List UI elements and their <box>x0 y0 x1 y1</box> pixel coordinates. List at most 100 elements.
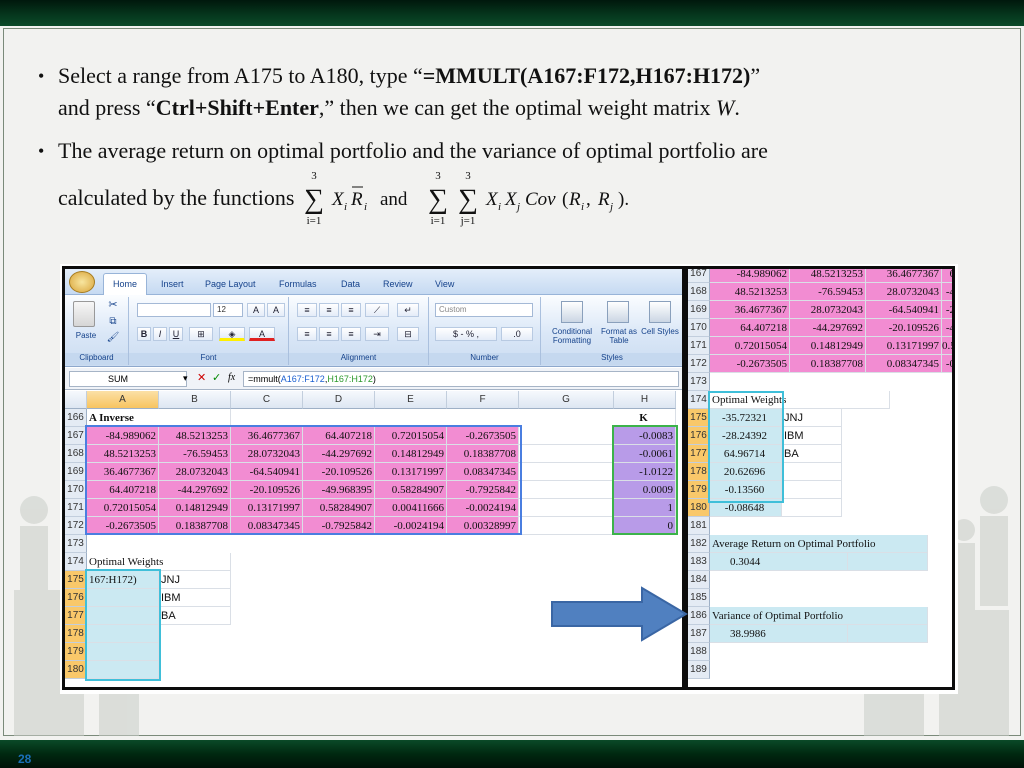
row-header[interactable]: 185 <box>688 589 710 607</box>
row-header[interactable]: 172 <box>65 517 87 535</box>
name-box[interactable]: SUM <box>69 371 187 387</box>
matrix-cell[interactable]: -4 <box>942 319 952 337</box>
enter-icon[interactable]: ✓ <box>212 371 221 384</box>
empty-cell[interactable] <box>519 463 614 481</box>
office-button[interactable] <box>69 271 95 293</box>
row-header[interactable]: 170 <box>688 319 710 337</box>
underline-icon[interactable]: U <box>169 327 183 341</box>
row-header[interactable]: 174 <box>65 553 87 571</box>
matrix-cell[interactable]: 28.0732043 <box>866 283 942 301</box>
matrix-cell[interactable]: 0.18387708 <box>790 355 866 373</box>
matrix-cell[interactable]: 0.72015054 <box>710 337 790 355</box>
row-header[interactable]: 171 <box>688 337 710 355</box>
row-header[interactable]: 179 <box>65 643 87 661</box>
row-header[interactable]: 167 <box>65 427 87 445</box>
row-header[interactable]: 175 <box>65 571 87 589</box>
grow-font-icon[interactable]: A <box>247 303 265 317</box>
tab-formulas[interactable]: Formulas <box>279 279 317 289</box>
tab-insert[interactable]: Insert <box>161 279 184 289</box>
col-header-f[interactable]: F <box>447 391 519 409</box>
row-header[interactable]: 187 <box>688 625 710 643</box>
cell-styles-button[interactable]: Cell Styles <box>641 327 679 336</box>
matrix-cell[interactable]: -20.109526 <box>866 319 942 337</box>
matrix-cell[interactable]: -76.59453 <box>790 283 866 301</box>
matrix-cell[interactable]: -44.297692 <box>790 319 866 337</box>
col-header-h[interactable]: H <box>614 391 676 409</box>
row-header[interactable]: 183 <box>688 553 710 571</box>
indent-icon[interactable]: ⇥ <box>365 327 389 341</box>
col-header-c[interactable]: C <box>231 391 303 409</box>
matrix-cell[interactable]: -2 <box>942 301 952 319</box>
row-header[interactable]: 169 <box>688 301 710 319</box>
corner-cell[interactable] <box>65 391 87 409</box>
row-header[interactable]: 175 <box>688 409 710 427</box>
empty-cell[interactable] <box>519 481 614 499</box>
empty-cell[interactable] <box>519 499 614 517</box>
row-header[interactable]: 173 <box>65 535 87 553</box>
fill-color-icon[interactable]: ◈ <box>219 327 245 341</box>
row-header[interactable]: 176 <box>688 427 710 445</box>
row-header[interactable]: 166 <box>65 409 87 427</box>
matrix-cell[interactable]: 6 <box>942 269 952 283</box>
row-header[interactable]: 189 <box>688 661 710 679</box>
matrix-cell[interactable]: 48.5213253 <box>790 269 866 283</box>
row-header[interactable]: 179 <box>688 481 710 499</box>
align-top-icon[interactable]: ≡ <box>297 303 317 317</box>
orientation-icon[interactable]: ⟋ <box>365 303 389 317</box>
font-name-box[interactable] <box>137 303 211 317</box>
tab-page-layout[interactable]: Page Layout <box>205 279 256 289</box>
row-header[interactable]: 182 <box>688 535 710 553</box>
tab-data[interactable]: Data <box>341 279 360 289</box>
formula-input[interactable]: =mmult(A167:F172,H167:H172) <box>243 371 679 387</box>
col-header-b[interactable]: B <box>159 391 231 409</box>
matrix-cell[interactable]: -0.2673505 <box>710 355 790 373</box>
tab-home[interactable]: Home <box>103 273 148 295</box>
matrix-cell[interactable]: 0.08347345 <box>866 355 942 373</box>
row-header[interactable]: 176 <box>65 589 87 607</box>
row-header[interactable]: 188 <box>688 643 710 661</box>
copy-icon[interactable]: ⧉ <box>105 317 121 327</box>
row-header[interactable]: 172 <box>688 355 710 373</box>
tab-view[interactable]: View <box>435 279 454 289</box>
row-header[interactable]: 170 <box>65 481 87 499</box>
paste-icon[interactable] <box>73 301 95 327</box>
row-header[interactable]: 180 <box>65 661 87 679</box>
fx-icon[interactable]: fx <box>228 372 235 383</box>
matrix-cell[interactable]: 64.407218 <box>710 319 790 337</box>
row-header[interactable]: 169 <box>65 463 87 481</box>
row-header[interactable]: 173 <box>688 373 710 391</box>
matrix-cell[interactable]: 0.13171997 <box>866 337 942 355</box>
col-header-d[interactable]: D <box>303 391 375 409</box>
align-left-icon[interactable]: ≡ <box>297 327 317 341</box>
empty-cell[interactable] <box>519 445 614 463</box>
cancel-icon[interactable]: ✕ <box>197 371 206 384</box>
merge-icon[interactable]: ⊟ <box>397 327 419 341</box>
col-header-g[interactable]: G <box>519 391 614 409</box>
matrix-cell[interactable]: 36.4677367 <box>866 269 942 283</box>
cell-styles-icon[interactable] <box>649 301 671 323</box>
align-right-icon[interactable]: ≡ <box>341 327 361 341</box>
format-painter-icon[interactable]: 🖌 <box>105 333 121 343</box>
row-header[interactable]: 174 <box>688 391 710 409</box>
borders-icon[interactable]: ⊞ <box>189 327 213 341</box>
conditional-formatting-button[interactable]: Conditional Formatting <box>543 327 601 345</box>
row-header[interactable]: 177 <box>688 445 710 463</box>
row-header[interactable]: 184 <box>688 571 710 589</box>
matrix-cell[interactable]: 28.0732043 <box>790 301 866 319</box>
align-bottom-icon[interactable]: ≡ <box>341 303 361 317</box>
row-header[interactable]: 186 <box>688 607 710 625</box>
tab-review[interactable]: Review <box>383 279 413 289</box>
row-header[interactable]: 181 <box>688 517 710 535</box>
format-table-icon[interactable] <box>607 301 629 323</box>
bold-icon[interactable]: B <box>137 327 151 341</box>
row-header[interactable]: 171 <box>65 499 87 517</box>
row-header[interactable]: 168 <box>65 445 87 463</box>
row-header[interactable]: 178 <box>65 625 87 643</box>
format-table-button[interactable]: Format as Table <box>599 327 639 345</box>
row-header[interactable]: 168 <box>688 283 710 301</box>
col-header-e[interactable]: E <box>375 391 447 409</box>
align-center-icon[interactable]: ≡ <box>319 327 339 341</box>
number-format-box[interactable]: Custom <box>435 303 533 317</box>
matrix-cell[interactable]: 36.4677367 <box>710 301 790 319</box>
decimal-icon[interactable]: .0 <box>501 327 533 341</box>
